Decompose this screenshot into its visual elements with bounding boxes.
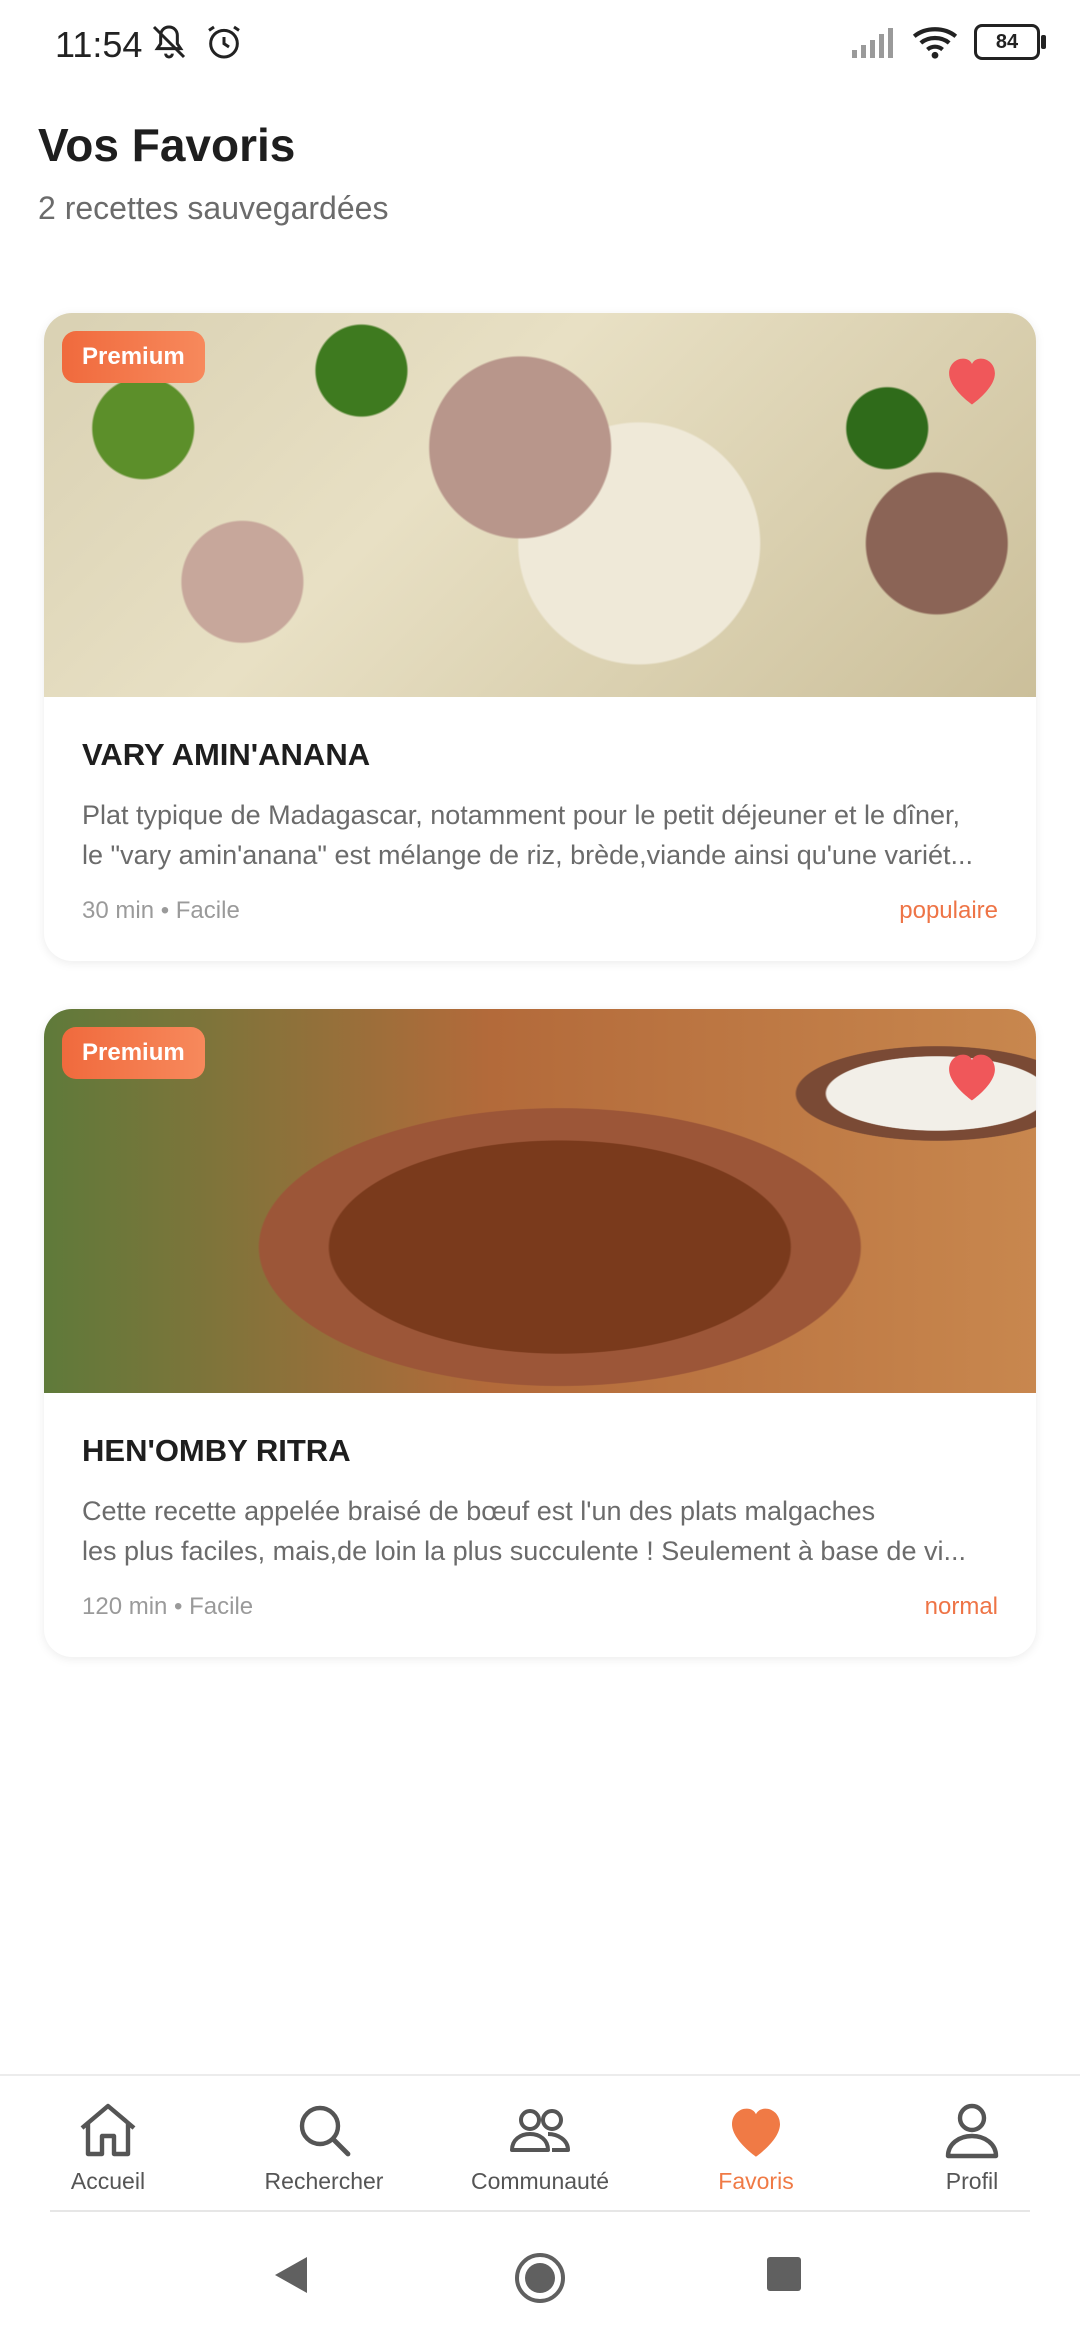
description-line: les plus faciles, mais,de loin la plus s…	[82, 1536, 966, 1566]
nav-item-favoris[interactable]: Favoris	[648, 2076, 864, 2212]
description-line: Cette recette appelée braisé de bœuf est…	[82, 1496, 876, 1526]
nav-item-accueil[interactable]: Accueil	[0, 2076, 216, 2212]
battery-icon: 84	[974, 24, 1046, 60]
recipe-title: HEN'OMBY RITRA	[82, 1433, 351, 1468]
bell-off-icon	[152, 25, 186, 59]
favorite-heart-icon[interactable]	[940, 351, 1004, 407]
battery-level: 84	[995, 30, 1019, 53]
nav-label: Profil	[945, 2168, 999, 2194]
alarm-icon	[208, 25, 240, 59]
status-icons-left	[148, 22, 244, 62]
premium-badge: Premium	[62, 1027, 205, 1079]
search-icon	[299, 2105, 351, 2157]
recipe-description: Plat typique de Madagascar, notamment po…	[82, 795, 998, 875]
status-icons-right: 84	[850, 24, 1046, 60]
wifi-icon	[912, 27, 958, 59]
premium-badge: Premium	[62, 331, 205, 383]
page-subtitle: 2 recettes sauvegardées	[38, 190, 389, 226]
recipe-tag: populaire	[899, 897, 998, 924]
signal-icon	[852, 28, 893, 58]
card-footer: 30 min • Facile populaire	[82, 897, 998, 925]
back-icon[interactable]	[273, 2255, 309, 2295]
recipe-image: Premium	[44, 313, 1036, 697]
description-line: le "vary amin'anana" est mélange de riz,…	[82, 840, 973, 870]
home-icon	[80, 2103, 136, 2157]
card-footer: 120 min • Facile normal	[82, 1593, 998, 1621]
nav-item-rechercher[interactable]: Rechercher	[216, 2076, 432, 2212]
nav-label: Communauté	[470, 2168, 610, 2194]
favorite-heart-icon[interactable]	[940, 1047, 1004, 1103]
card-body: HEN'OMBY RITRA Cette recette appelée bra…	[44, 1393, 1036, 1657]
recipe-tag: normal	[924, 1593, 998, 1620]
recipe-title: VARY AMIN'ANANA	[82, 737, 371, 772]
nav-label: Rechercher	[264, 2168, 384, 2194]
recipe-image: Premium	[44, 1009, 1036, 1393]
nav-item-communaute[interactable]: Communauté	[432, 2076, 648, 2212]
heart-icon	[732, 2108, 780, 2157]
card-body: VARY AMIN'ANANA Plat typique de Madagasc…	[44, 697, 1036, 961]
system-nav	[0, 2212, 1080, 2340]
status-bar: 11:54 84	[0, 0, 1080, 100]
community-icon	[510, 2109, 570, 2152]
nav-label: Accueil	[70, 2168, 146, 2194]
nav-label: Favoris	[718, 2168, 794, 2194]
bottom-nav: Accueil Rechercher Communauté Favoris Pr…	[0, 2074, 1080, 2212]
recent-apps-icon[interactable]	[767, 2257, 801, 2291]
recipe-card[interactable]: Premium VARY AMIN'ANANA Plat typique de …	[44, 313, 1036, 961]
page-title: Vos Favoris	[38, 119, 296, 171]
profile-icon	[945, 2103, 999, 2159]
nav-item-profil[interactable]: Profil	[864, 2076, 1080, 2212]
status-time: 11:54	[55, 24, 143, 65]
home-circle-icon[interactable]	[514, 2252, 566, 2304]
description-line: Plat typique de Madagascar, notamment po…	[82, 800, 961, 830]
recipe-meta: 30 min • Facile	[82, 897, 240, 924]
recipe-description: Cette recette appelée braisé de bœuf est…	[82, 1491, 998, 1571]
recipe-meta: 120 min • Facile	[82, 1593, 254, 1620]
recipe-card[interactable]: Premium HEN'OMBY RITRA Cette recette app…	[44, 1009, 1036, 1657]
